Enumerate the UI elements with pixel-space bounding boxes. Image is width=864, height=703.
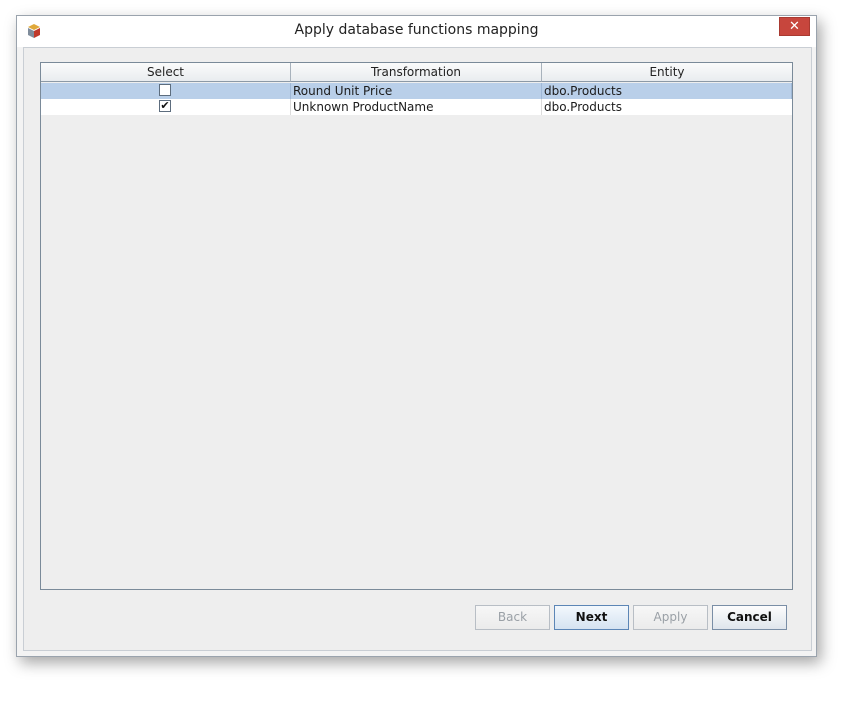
table-row[interactable]: ✔ Unknown ProductName dbo.Products bbox=[41, 99, 792, 115]
entity-cell[interactable]: dbo.Products bbox=[542, 83, 792, 99]
back-button-label: Back bbox=[497, 610, 528, 624]
cancel-button-label: Cancel bbox=[727, 610, 772, 624]
title-bar[interactable]: Apply database functions mapping ✕ bbox=[17, 16, 816, 47]
entity-cell[interactable]: dbo.Products bbox=[542, 99, 792, 115]
column-header-entity[interactable]: Entity bbox=[542, 63, 792, 82]
dialog-window: Apply database functions mapping ✕ Selec… bbox=[16, 15, 817, 657]
next-button-label: Next bbox=[575, 610, 608, 624]
transformation-cell[interactable]: Unknown ProductName bbox=[291, 99, 542, 115]
dialog-title: Apply database functions mapping bbox=[294, 22, 539, 38]
dialog-content: Select Transformation Entity Round Unit … bbox=[23, 47, 812, 651]
close-button[interactable]: ✕ bbox=[779, 17, 810, 36]
select-cell[interactable]: ✔ bbox=[41, 99, 291, 115]
close-icon: ✕ bbox=[789, 19, 800, 34]
back-button[interactable]: Back bbox=[475, 605, 550, 630]
next-button[interactable]: Next bbox=[554, 605, 629, 630]
cancel-button[interactable]: Cancel bbox=[712, 605, 787, 630]
table-header: Select Transformation Entity bbox=[41, 63, 792, 82]
apply-button[interactable]: Apply bbox=[633, 605, 708, 630]
transformation-cell[interactable]: Round Unit Price bbox=[291, 83, 542, 99]
select-cell[interactable] bbox=[41, 83, 291, 99]
column-header-transformation[interactable]: Transformation bbox=[291, 63, 542, 82]
mapping-table: Select Transformation Entity Round Unit … bbox=[40, 62, 793, 590]
select-checkbox[interactable] bbox=[159, 84, 171, 96]
table-row[interactable]: Round Unit Price dbo.Products bbox=[41, 83, 792, 99]
select-checkbox[interactable]: ✔ bbox=[159, 100, 171, 112]
apply-button-label: Apply bbox=[653, 610, 688, 624]
column-header-select[interactable]: Select bbox=[41, 63, 291, 82]
